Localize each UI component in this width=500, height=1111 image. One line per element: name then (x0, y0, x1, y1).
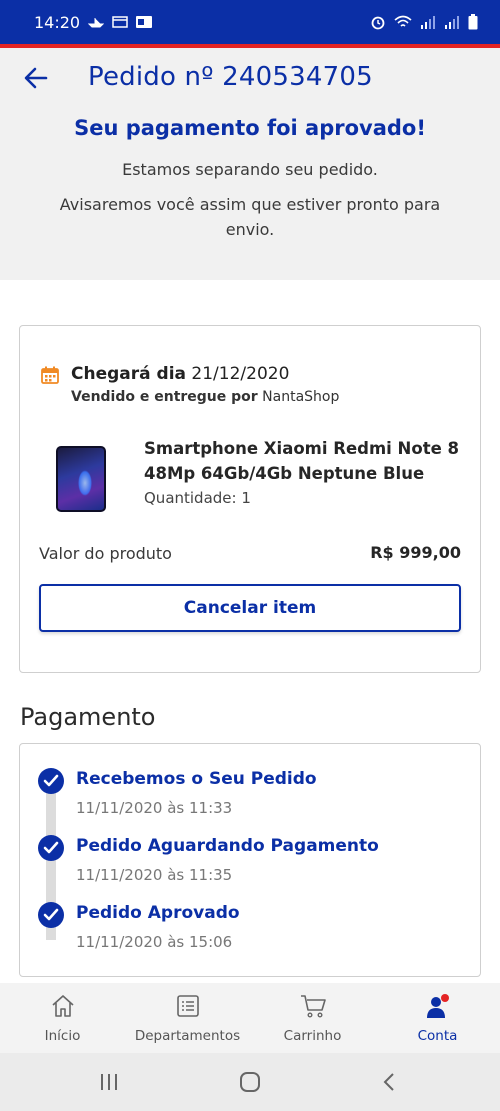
page-title: Pedido nº 240534705 (88, 62, 373, 92)
home-icon (51, 995, 74, 1017)
payment-timeline-card: Recebemos o Seu Pedido 11/11/2020 às 11:… (19, 743, 481, 977)
system-status-icons (370, 14, 478, 30)
home-button-icon[interactable] (238, 1070, 262, 1094)
step-date: 11/11/2020 às 11:35 (76, 866, 233, 884)
notification-icons (88, 16, 153, 28)
list-icon (176, 995, 199, 1017)
nav-item-carrinho[interactable]: Carrinho (250, 983, 375, 1053)
seller-info: Vendido e entregue por NantaShop (71, 389, 340, 405)
nav-item-departamentos[interactable]: Departamentos (125, 983, 250, 1053)
status-time: 14:20 (34, 12, 81, 32)
check-circle-icon (38, 902, 64, 928)
step-title: Recebemos o Seu Pedido (76, 769, 317, 789)
payment-approved-message: Seu pagamento foi aprovado! (74, 116, 426, 140)
product-value-label: Valor do produto (39, 544, 172, 563)
alarm-icon (371, 16, 385, 30)
status-bar: 14:20 (0, 0, 500, 44)
product-name: Smartphone Xiaomi Redmi Note 8 48Mp 64Gb… (144, 439, 459, 483)
back-button-icon[interactable] (378, 1070, 402, 1094)
arrow-left-icon[interactable] (22, 64, 50, 92)
calendar-icon (41, 366, 59, 384)
product-image (56, 446, 106, 512)
check-circle-icon (38, 768, 64, 794)
arrival-date: Chegará dia 21/12/2020 (71, 364, 290, 384)
notification-subtitle: Avisaremos você assim que estiver pronto… (59, 195, 441, 239)
nav-label: Conta (417, 1028, 458, 1044)
product-value-amount: R$ 999,00 (370, 543, 461, 562)
battery-icon (468, 14, 478, 30)
payment-section-title: Pagamento (20, 703, 156, 731)
order-header: Pedido nº 240534705 Seu pagamento foi ap… (0, 48, 500, 280)
system-navigation-bar (0, 1053, 500, 1111)
step-date: 11/11/2020 às 11:33 (76, 799, 233, 817)
bottom-navigation: Início Departamentos Carrinho Conta (0, 983, 500, 1053)
step-title: Pedido Aprovado (76, 903, 240, 923)
nav-item-conta[interactable]: Conta (375, 983, 500, 1053)
nav-item-inicio[interactable]: Início (0, 983, 125, 1053)
nav-label: Início (44, 1028, 81, 1044)
boat-notification-icon (88, 18, 105, 28)
check-circle-icon (38, 835, 64, 861)
recent-apps-icon[interactable] (97, 1070, 121, 1094)
signal-icon (421, 16, 435, 29)
delivery-card: Chegará dia 21/12/2020 Vendido e entregu… (19, 325, 481, 673)
signal-icon (445, 16, 459, 29)
cancel-item-button[interactable]: Cancelar item (39, 584, 461, 632)
outlook-notification-icon (136, 16, 153, 28)
cart-icon (300, 995, 326, 1018)
step-title: Pedido Aguardando Pagamento (76, 836, 379, 856)
calendar-notification-icon (112, 16, 128, 28)
product-quantity: Quantidade: 1 (144, 489, 251, 507)
step-date: 11/11/2020 às 15:06 (76, 933, 233, 951)
wifi-icon (394, 15, 412, 27)
nav-label: Carrinho (283, 1028, 342, 1044)
account-icon (426, 994, 449, 1018)
status-subtitle: Estamos separando seu pedido. (122, 160, 378, 179)
nav-label: Departamentos (134, 1028, 241, 1044)
